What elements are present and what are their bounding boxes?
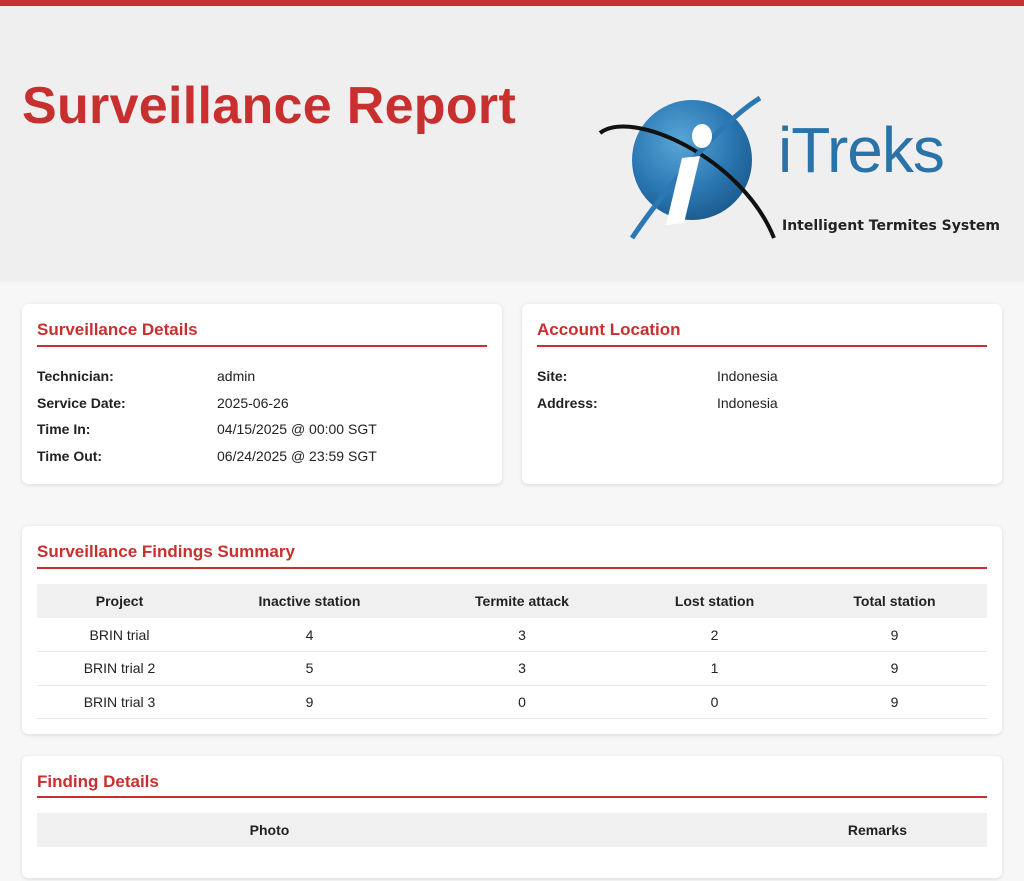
inactive-station-cell: 9 [202,685,417,719]
service-date-value: 2025-06-26 [217,395,289,411]
finding-details-card: Finding Details Photo Remarks [22,756,1002,878]
table-row: BRIN trial 4 3 2 9 [37,618,987,652]
lost-station-cell: 0 [627,685,802,719]
card-divider [37,796,987,798]
time-in-value: 04/15/2025 @ 00:00 SGT [217,421,377,437]
column-header-project: Project [37,584,202,618]
card-title: Account Location [537,320,681,339]
card-title: Finding Details [37,772,159,791]
termite-attack-cell: 3 [417,651,627,686]
table-header-row: Project Inactive station Termite attack … [37,584,987,618]
column-header-photo: Photo [37,813,502,847]
address-label: Address: [537,395,598,411]
page-title: Surveillance Report [22,77,517,135]
column-header-total-station: Total station [802,584,987,618]
technician-label: Technician: [37,368,114,384]
site-value: Indonesia [717,368,778,384]
termite-attack-cell: 0 [417,685,627,719]
card-divider [37,567,987,569]
logo-wordmark: iTreks [778,114,945,186]
findings-summary-card: Surveillance Findings Summary Project In… [22,526,1002,734]
total-station-cell: 9 [802,618,987,652]
card-divider [37,345,487,347]
card-title: Surveillance Details [37,320,198,339]
account-location-card: Account Location Site: Indonesia Address… [522,304,1002,484]
time-out-label: Time Out: [37,448,103,464]
column-header-inactive-station: Inactive station [202,584,417,618]
table-header-row: Photo Remarks [37,813,987,847]
inactive-station-cell: 5 [202,651,417,686]
service-date-label: Service Date: [37,395,126,411]
table-row: BRIN trial 2 5 3 1 9 [37,651,987,686]
surveillance-details-card: Surveillance Details Technician: admin S… [22,304,502,484]
total-station-cell: 9 [802,651,987,686]
itreks-logo: iTreks Intelligent Termites System [592,88,1002,248]
total-station-cell: 9 [802,685,987,719]
report-header: Surveillance Report iTreks Intelligent T… [0,6,1024,282]
findings-summary-table: Project Inactive station Termite attack … [37,584,987,719]
termite-attack-cell: 3 [417,618,627,652]
lost-station-cell: 2 [627,618,802,652]
logo-tagline: Intelligent Termites System [782,218,1000,234]
finding-details-table: Photo Remarks [37,813,987,847]
column-header-termite-attack: Termite attack [417,584,627,618]
technician-value: admin [217,368,256,384]
address-value: Indonesia [717,395,778,411]
inactive-station-cell: 4 [202,618,417,652]
column-header-remarks: Remarks [502,813,987,847]
project-cell: BRIN trial 2 [37,651,202,686]
time-in-label: Time In: [37,421,91,437]
table-row: BRIN trial 3 9 0 0 9 [37,685,987,719]
card-title: Surveillance Findings Summary [37,542,295,561]
globe-logo-icon [598,95,776,240]
lost-station-cell: 1 [627,651,802,686]
card-divider [537,345,987,347]
time-out-value: 06/24/2025 @ 23:59 SGT [217,448,377,464]
column-header-lost-station: Lost station [627,584,802,618]
project-cell: BRIN trial 3 [37,685,202,719]
project-cell: BRIN trial [37,618,202,652]
site-label: Site: [537,368,568,384]
